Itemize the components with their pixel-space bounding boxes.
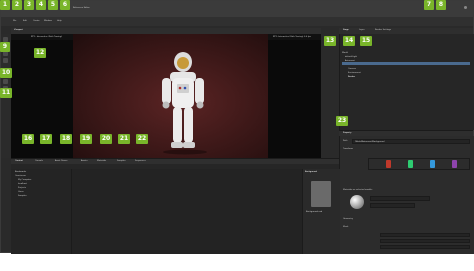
tab-assets[interactable]: Assets xyxy=(81,160,88,163)
callout-16: 16 xyxy=(22,134,34,144)
callout-23: 23 xyxy=(336,116,348,126)
menu-help[interactable]: Help xyxy=(57,20,62,23)
outliner-item[interactable]: Environment xyxy=(342,58,470,74)
callout-5: 5 xyxy=(48,0,58,10)
callout-15: 15 xyxy=(360,36,372,46)
callout-22: 22 xyxy=(136,134,148,144)
menu-edit[interactable]: Edit xyxy=(23,20,27,23)
callout-8: 8 xyxy=(436,0,446,10)
material-field-2[interactable] xyxy=(370,203,415,208)
callout-19: 19 xyxy=(80,134,92,144)
section-mesh[interactable]: Mesh xyxy=(343,226,348,229)
callout-7: 7 xyxy=(424,0,434,10)
callout-18: 18 xyxy=(60,134,72,144)
property-panel: /World/Astronaut/Background Path Transfo… xyxy=(339,136,474,254)
viewport-status: RTX: Interactive (Path Tracing) 0.0 fps xyxy=(273,36,311,38)
material-preview-sphere xyxy=(350,195,364,209)
tree-item[interactable]: Samples xyxy=(18,195,27,198)
preview-title: Background xyxy=(305,171,317,173)
tree-item[interactable]: Bookmarks xyxy=(15,171,26,174)
material-field[interactable] xyxy=(370,196,430,201)
asset-preview-pane: Background Background.usd xyxy=(302,169,340,254)
title-bar: Reference Editor xyxy=(1,1,473,18)
tab-viewport[interactable]: Viewport xyxy=(14,29,23,32)
callout-11: 11 xyxy=(0,88,12,98)
scale-tool-icon[interactable] xyxy=(3,58,8,63)
transform-values[interactable] xyxy=(368,158,470,170)
preview-caption: Background.usd xyxy=(306,211,323,213)
callout-20: 20 xyxy=(100,134,112,144)
outliner-item[interactable]: Camera xyxy=(342,54,470,70)
tree-item[interactable]: My Computer xyxy=(18,179,32,182)
mesh-field-1[interactable] xyxy=(380,233,470,237)
tree-item[interactable]: Projects xyxy=(18,187,26,190)
tab-property[interactable]: Property xyxy=(343,132,351,135)
play-icon[interactable] xyxy=(3,79,8,84)
tab-console[interactable]: Console xyxy=(35,160,43,163)
file-icon xyxy=(311,181,331,207)
content-grid[interactable] xyxy=(72,169,302,254)
section-materials[interactable]: Materials on selected models xyxy=(343,189,372,192)
callout-4: 4 xyxy=(36,0,46,10)
tree-item[interactable]: localhost xyxy=(18,183,27,186)
mesh-field-3[interactable] xyxy=(380,245,470,249)
close-icon[interactable] xyxy=(464,6,467,9)
callout-3: 3 xyxy=(24,0,34,10)
tab-asset-stores[interactable]: Asset Stores xyxy=(55,160,67,163)
callout-14: 14 xyxy=(343,36,355,46)
callout-2: 2 xyxy=(12,0,22,10)
callout-12: 12 xyxy=(34,48,46,58)
callout-9: 9 xyxy=(0,42,10,52)
viewport[interactable]: RTX - Interactive (Path Tracing) RTX: In… xyxy=(11,34,321,158)
window-title: Reference Editor xyxy=(73,7,90,9)
callout-1: 1 xyxy=(0,0,10,10)
render-mode-label[interactable]: RTX - Interactive (Path Tracing) xyxy=(31,36,62,39)
app-window: Reference Editor File Edit Create Window… xyxy=(0,0,474,254)
outliner-item[interactable]: Astronaut xyxy=(342,46,470,62)
callout-13: 13 xyxy=(324,36,336,46)
path-field[interactable]: /World/Astronaut/Background xyxy=(352,139,470,144)
mesh-field-2[interactable] xyxy=(380,239,470,243)
tab-samples[interactable]: Samples xyxy=(117,160,126,163)
tab-materials[interactable]: Materials xyxy=(97,160,106,163)
tab-content[interactable]: Content xyxy=(15,160,23,163)
callout-17: 17 xyxy=(40,134,52,144)
tab-layer[interactable]: Layer xyxy=(359,29,365,32)
path-label: Path xyxy=(343,140,348,142)
menu-create[interactable]: Create xyxy=(33,20,40,23)
tab-stage[interactable]: Stage xyxy=(343,29,349,32)
tab-render-settings[interactable]: Render Settings xyxy=(375,29,391,32)
tree-item[interactable]: Omniverse xyxy=(15,175,26,178)
callout-10: 10 xyxy=(0,68,12,78)
section-geometry[interactable]: Geometry xyxy=(343,218,353,221)
menu-bar: File Edit Create Window Help xyxy=(1,17,473,26)
outliner-item-selected[interactable]: Render xyxy=(342,62,470,78)
content-tree: Bookmarks Omniverse My Computer localhos… xyxy=(11,169,72,254)
section-transform[interactable]: Transform xyxy=(343,148,353,151)
outliner-item[interactable]: Looks xyxy=(342,50,470,66)
callout-21: 21 xyxy=(118,134,130,144)
callout-6: 6 xyxy=(60,0,70,10)
stage-outliner: World defaultLight Astronaut Looks Camer… xyxy=(339,34,474,130)
menu-window[interactable]: Window xyxy=(44,20,52,23)
tab-sequencer[interactable]: Sequencer xyxy=(135,160,146,163)
menu-file[interactable]: File xyxy=(13,20,16,23)
tree-item[interactable]: Users xyxy=(18,191,24,194)
